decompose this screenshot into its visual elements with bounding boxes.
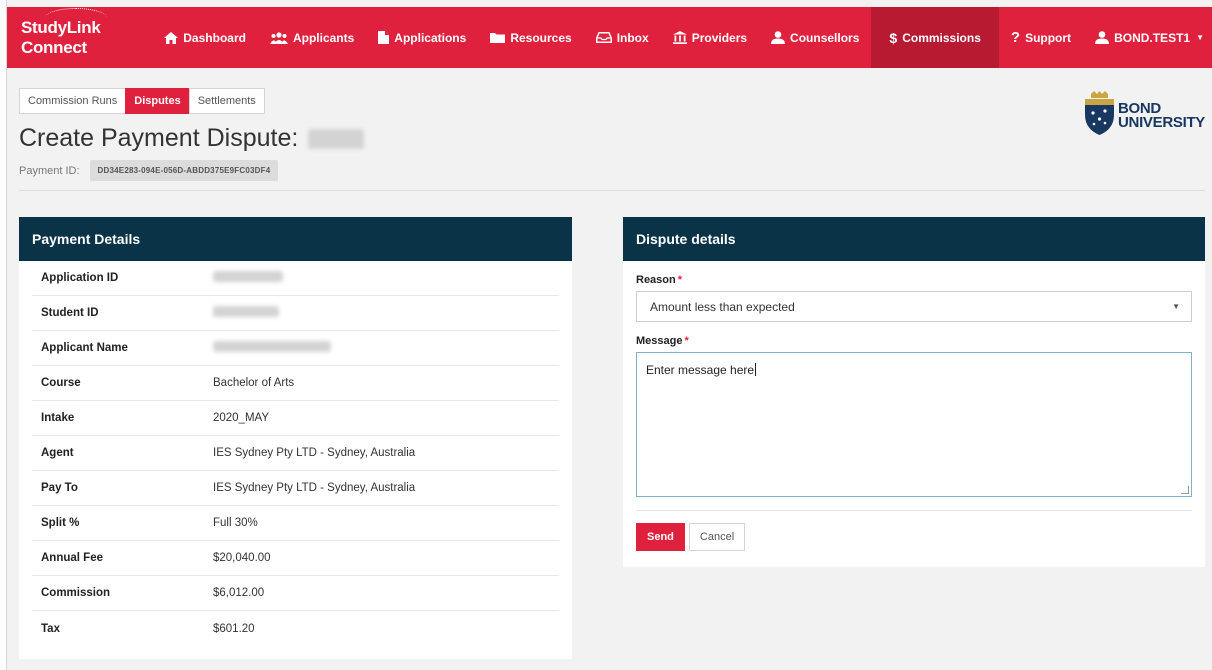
- reason-label: Reason *: [636, 274, 683, 286]
- user-icon: [771, 31, 786, 44]
- detail-row-pay-to: Pay To IES Sydney Pty LTD - Sydney, Aust…: [32, 471, 559, 506]
- message-text: Enter message here: [646, 363, 755, 377]
- users-icon: [269, 31, 288, 44]
- institution-icon: [672, 31, 687, 44]
- dispute-details-heading: Dispute details: [623, 217, 1205, 261]
- detail-row-intake: Intake 2020_MAY: [32, 401, 559, 436]
- detail-row-split: Split % Full 30%: [32, 506, 559, 541]
- detail-row-tax: Tax $601.20: [41, 622, 255, 635]
- message-textarea[interactable]: Enter message here: [636, 352, 1192, 497]
- brand-logo[interactable]: StudyLink Connect: [7, 7, 152, 58]
- detail-row-annual-fee: Annual Fee $20,040.00: [32, 541, 559, 576]
- nav-applicants[interactable]: Applicants: [258, 7, 366, 68]
- caret-down-icon: ▼: [1172, 302, 1180, 311]
- nav-applications[interactable]: Applications: [366, 7, 478, 68]
- caret-down-icon: ▼: [1196, 33, 1204, 42]
- crest-icon: [1085, 91, 1114, 135]
- form-divider: [636, 510, 1192, 511]
- dispute-details-panel: Dispute details Reason * Amount less than…: [623, 217, 1205, 567]
- tab-disputes[interactable]: Disputes: [125, 88, 190, 114]
- cancel-button[interactable]: Cancel: [688, 523, 746, 551]
- tab-settlements[interactable]: Settlements: [188, 88, 265, 114]
- home-icon: [164, 31, 179, 44]
- detail-row-applicant-name: Applicant Name: [32, 331, 559, 366]
- nav-resources[interactable]: Resources: [478, 7, 583, 68]
- nav-providers[interactable]: Providers: [661, 7, 759, 68]
- redacted-student-id: [213, 306, 279, 317]
- window-left-edge: [0, 0, 7, 670]
- user-menu[interactable]: BOND.TEST1 ▼: [1083, 7, 1212, 68]
- top-navbar: StudyLink Connect Dashboard Applicants A…: [7, 7, 1212, 68]
- nav-commissions[interactable]: $ Commissions: [871, 7, 999, 68]
- detail-row-student-id: Student ID: [32, 296, 559, 331]
- payment-details-panel: Payment Details Application ID Student I…: [19, 217, 572, 659]
- question-icon: ?: [1010, 29, 1021, 46]
- nav-inbox[interactable]: Inbox: [584, 7, 661, 68]
- detail-row-course: Course Bachelor of Arts: [32, 366, 559, 401]
- nav-support[interactable]: ? Support: [999, 7, 1083, 68]
- user-icon: [1095, 31, 1110, 44]
- inbox-icon: [595, 32, 612, 43]
- text-cursor: [755, 363, 757, 376]
- redacted-application-id: [213, 271, 283, 282]
- tab-commission-runs[interactable]: Commission Runs: [19, 88, 127, 114]
- user-name: BOND.TEST1: [1114, 30, 1191, 45]
- required-marker: *: [684, 335, 689, 347]
- detail-row-commission: Commission $6,012.00: [32, 576, 559, 611]
- page-title: Create Payment Dispute:: [19, 124, 365, 153]
- payment-id-row: Payment ID: DD34E283-094E-056D-ABDD375E9…: [19, 160, 279, 181]
- redacted-applicant-name: [213, 341, 331, 352]
- folder-icon: [490, 32, 506, 43]
- required-marker: *: [677, 274, 683, 286]
- detail-row-application-id: Application ID: [32, 261, 559, 296]
- payment-id-label: Payment ID:: [19, 164, 80, 177]
- payment-id-badge: DD34E283-094E-056D-ABDD375E9FC03DF4: [89, 160, 279, 181]
- reason-select[interactable]: Amount less than expected ▼: [636, 291, 1192, 322]
- message-label: Message *: [636, 335, 689, 347]
- detail-row-agent: Agent IES Sydney Pty LTD - Sydney, Austr…: [32, 436, 559, 471]
- dollar-icon: $: [889, 29, 898, 46]
- resize-handle-icon[interactable]: [1181, 486, 1189, 494]
- nav-counsellors[interactable]: Counsellors: [759, 7, 871, 68]
- header-divider: [19, 190, 1205, 191]
- bond-university-logo: BOND UNIVERSITY: [1083, 91, 1205, 136]
- file-icon: [378, 31, 390, 44]
- nav-dashboard[interactable]: Dashboard: [152, 7, 258, 68]
- commission-subtabs: Commission Runs Disputes Settlements: [19, 88, 265, 114]
- payment-details-list: Application ID Student ID Applicant Name…: [19, 261, 572, 646]
- payment-details-heading: Payment Details: [19, 217, 572, 261]
- redacted-name: [308, 128, 365, 149]
- send-button[interactable]: Send: [636, 523, 685, 551]
- reason-selected-value: Amount less than expected: [650, 299, 795, 314]
- logo-line-2: UNIVERSITY: [1118, 114, 1206, 131]
